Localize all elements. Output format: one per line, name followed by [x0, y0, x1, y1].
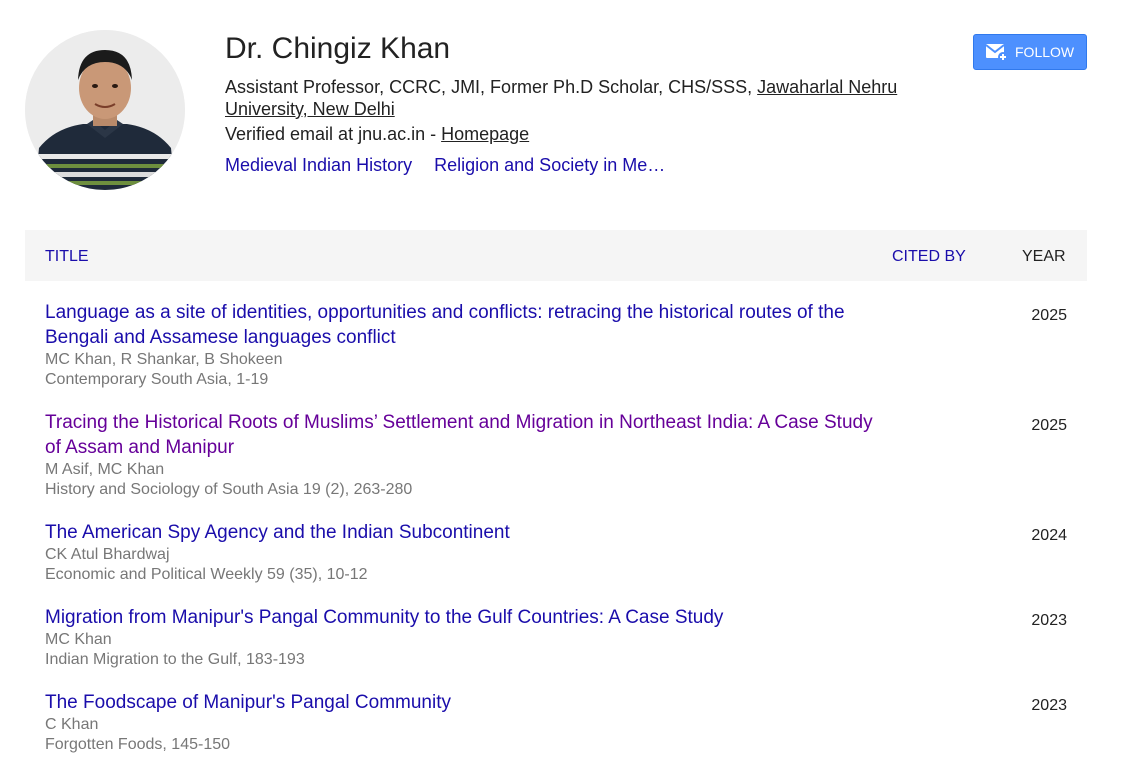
profile-photo-image — [25, 30, 185, 190]
publication-authors: M Asif, MC Khan — [45, 461, 165, 478]
year-header[interactable]: YEAR — [1022, 248, 1066, 266]
publication-venue: History and Sociology of South Asia 19 (… — [45, 481, 413, 498]
profile-email: Verified email at jnu.ac.in - Homepage — [225, 123, 945, 145]
publications-table-header: TITLE CITED BY YEAR — [25, 230, 1087, 281]
mail-plus-icon — [985, 44, 1008, 62]
publication-title-link[interactable]: Migration from Manipur's Pangal Communit… — [45, 605, 875, 630]
publication-authors: C Khan — [45, 716, 99, 733]
interest-link-medieval-indian-history[interactable]: Medieval Indian History — [225, 155, 412, 175]
publication-title-link[interactable]: The Foodscape of Manipur's Pangal Commun… — [45, 690, 875, 715]
publication-venue: Forgotten Foods, 145-150 — [45, 736, 231, 753]
publication-year: 2024 — [1031, 527, 1067, 544]
publication-year: 2025 — [1031, 417, 1067, 434]
publication-venue: Indian Migration to the Gulf, 183-193 — [45, 651, 305, 668]
affiliation-text: Assistant Professor, CCRC, JMI, Former P… — [225, 77, 758, 97]
profile-name: Dr. Chingiz Khan — [225, 32, 451, 65]
profile-photo — [25, 30, 185, 190]
publication-authors: CK Atul Bhardwaj — [45, 546, 170, 563]
publication-year: 2023 — [1031, 697, 1067, 714]
interest-link-religion-and-society[interactable]: Religion and Society in Me… — [434, 155, 665, 175]
publication-authors: MC Khan, R Shankar, B Shokeen — [45, 351, 283, 368]
publication-title-link[interactable]: The American Spy Agency and the Indian S… — [45, 520, 875, 545]
table-row: Tracing the Historical Roots of Muslims’… — [25, 410, 1087, 520]
publications-list: Language as a site of identities, opport… — [25, 300, 1087, 760]
publication-year: 2025 — [1031, 307, 1067, 324]
homepage-link[interactable]: Homepage — [441, 124, 529, 144]
table-row: The American Spy Agency and the Indian S… — [25, 520, 1087, 605]
publication-title-link[interactable]: Tracing the Historical Roots of Muslims’… — [45, 410, 875, 460]
research-interests: Medieval Indian History Religion and Soc… — [225, 154, 945, 176]
publication-venue: Economic and Political Weekly 59 (35), 1… — [45, 566, 368, 583]
follow-button[interactable]: FOLLOW — [973, 34, 1087, 70]
verified-email-text: Verified email at jnu.ac.in - — [225, 124, 442, 144]
table-row: Language as a site of identities, opport… — [25, 300, 1087, 410]
profile-affiliation: Assistant Professor, CCRC, JMI, Former P… — [225, 76, 935, 120]
sort-by-title-header[interactable]: TITLE — [45, 248, 89, 266]
table-row: The Foodscape of Manipur's Pangal Commun… — [25, 690, 1087, 760]
publication-title-link[interactable]: Language as a site of identities, opport… — [45, 300, 875, 350]
table-row: Migration from Manipur's Pangal Communit… — [25, 605, 1087, 690]
publication-year: 2023 — [1031, 612, 1067, 629]
profile-info: Dr. Chingiz Khan Assistant Professor, CC… — [225, 30, 945, 176]
sort-by-cited-header[interactable]: CITED BY — [892, 248, 966, 266]
publication-venue: Contemporary South Asia, 1-19 — [45, 371, 269, 388]
publication-authors: MC Khan — [45, 631, 112, 648]
follow-button-label: FOLLOW — [1015, 44, 1075, 60]
